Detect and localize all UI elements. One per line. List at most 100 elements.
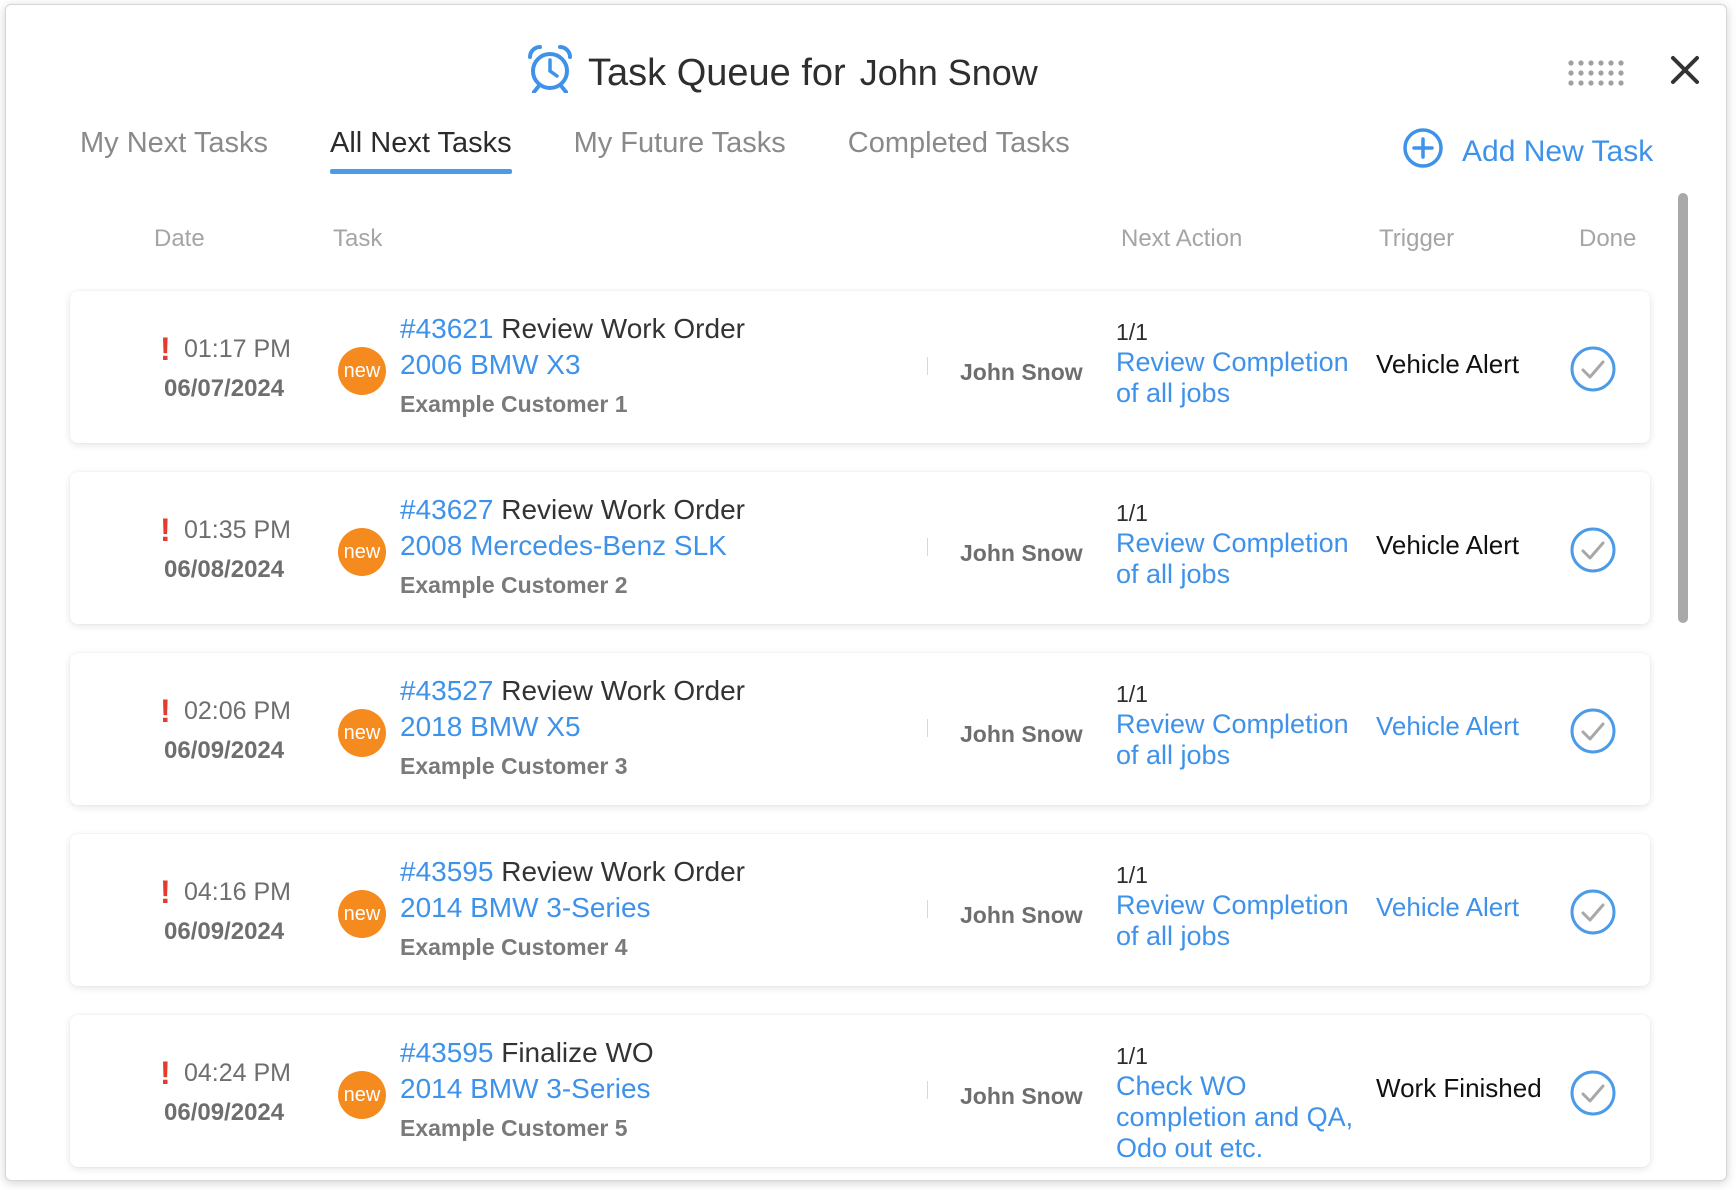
vehicle-link[interactable]: 2018 BMW X5 bbox=[400, 711, 581, 743]
done-check-icon[interactable] bbox=[1569, 345, 1617, 393]
tab-bar: My Next Tasks All Next Tasks My Future T… bbox=[80, 127, 1070, 174]
trigger: Vehicle Alert bbox=[1376, 349, 1520, 379]
customer-name: Example Customer 5 bbox=[400, 1115, 628, 1141]
vehicle-link[interactable]: 2006 BMW X3 bbox=[400, 349, 581, 381]
tab-my-future-tasks[interactable]: My Future Tasks bbox=[574, 127, 786, 174]
close-icon[interactable] bbox=[1666, 51, 1704, 89]
assignee-name: John Snow bbox=[960, 359, 1083, 385]
tab-all-next-tasks[interactable]: All Next Tasks bbox=[330, 127, 512, 174]
task-time: 02:06 PM bbox=[184, 697, 292, 725]
done-check-icon[interactable] bbox=[1569, 888, 1617, 936]
task-time: 01:35 PM bbox=[184, 516, 292, 544]
column-header-done: Done bbox=[1579, 225, 1637, 252]
work-order-link[interactable]: #43627 bbox=[400, 494, 493, 525]
title-user-name: John Snow bbox=[859, 52, 1038, 93]
next-action-link[interactable]: Check WO completion and QA, Odo out etc. bbox=[1116, 1071, 1356, 1164]
dialog-title: Task Queue for John Snow bbox=[526, 45, 1038, 99]
priority-alert-icon: ! bbox=[160, 512, 171, 548]
task-date: 06/07/2024 bbox=[164, 375, 285, 402]
done-check-icon[interactable] bbox=[1569, 707, 1617, 755]
work-order-link[interactable]: #43621 bbox=[400, 313, 493, 344]
assignee-name: John Snow bbox=[960, 1083, 1083, 1109]
next-action-link[interactable]: Review Completion of all jobs bbox=[1116, 890, 1356, 952]
task-date: 06/08/2024 bbox=[164, 556, 285, 583]
new-badge: new bbox=[338, 528, 386, 576]
priority-alert-icon: ! bbox=[160, 693, 171, 729]
column-header-date: Date bbox=[154, 225, 205, 252]
new-badge: new bbox=[338, 347, 386, 395]
add-new-task-button[interactable]: Add New Task bbox=[1402, 127, 1653, 177]
task-title: Review Work Order bbox=[501, 494, 745, 525]
task-title: Finalize WO bbox=[501, 1037, 654, 1068]
column-header-next-action: Next Action bbox=[1121, 225, 1243, 252]
task-title-line: #43627 Review Work Order bbox=[400, 494, 745, 526]
tab-completed-tasks[interactable]: Completed Tasks bbox=[848, 127, 1070, 174]
task-row[interactable]: ! 01:35 PM 06/08/2024 new #43627 Review … bbox=[70, 472, 1650, 624]
column-header-task: Task bbox=[333, 225, 383, 252]
divider bbox=[927, 357, 928, 375]
task-row[interactable]: ! 02:06 PM 06/09/2024 new #43527 Review … bbox=[70, 653, 1650, 805]
task-title-line: #43595 Finalize WO bbox=[400, 1037, 654, 1069]
drag-handle-icon[interactable] bbox=[1566, 57, 1626, 89]
task-title-line: #43621 Review Work Order bbox=[400, 313, 745, 345]
task-title: Review Work Order bbox=[501, 313, 745, 344]
task-title-line: #43595 Review Work Order bbox=[400, 856, 745, 888]
work-order-link[interactable]: #43595 bbox=[400, 856, 493, 887]
task-title: Review Work Order bbox=[501, 856, 745, 887]
next-action-link[interactable]: Review Completion of all jobs bbox=[1116, 709, 1356, 771]
trigger: Vehicle Alert bbox=[1376, 530, 1520, 560]
trigger-link[interactable]: Vehicle Alert bbox=[1376, 711, 1519, 742]
task-time: 01:17 PM bbox=[184, 335, 292, 363]
task-time: 04:24 PM bbox=[184, 1059, 292, 1087]
new-badge: new bbox=[338, 1071, 386, 1119]
tab-my-next-tasks[interactable]: My Next Tasks bbox=[80, 127, 268, 174]
task-title-line: #43527 Review Work Order bbox=[400, 675, 745, 707]
assignee-name: John Snow bbox=[960, 540, 1083, 566]
task-list: ! 01:17 PM 06/07/2024 new #43621 Review … bbox=[70, 291, 1650, 1180]
priority-alert-icon: ! bbox=[160, 331, 171, 367]
new-badge: new bbox=[338, 890, 386, 938]
action-count: 1/1 bbox=[1116, 862, 1148, 888]
task-row[interactable]: ! 04:24 PM 06/09/2024 new #43595 Finaliz… bbox=[70, 1015, 1650, 1167]
done-check-icon[interactable] bbox=[1569, 526, 1617, 574]
task-title: Review Work Order bbox=[501, 675, 745, 706]
new-badge: new bbox=[338, 709, 386, 757]
action-count: 1/1 bbox=[1116, 1043, 1148, 1069]
divider bbox=[927, 1081, 928, 1099]
scrollbar[interactable] bbox=[1678, 193, 1688, 623]
done-check-icon[interactable] bbox=[1569, 1069, 1617, 1117]
task-queue-dialog: Task Queue for John Snow My Next Tasks A… bbox=[5, 4, 1727, 1181]
customer-name: Example Customer 4 bbox=[400, 934, 628, 960]
plus-circle-icon bbox=[1402, 127, 1444, 177]
trigger-link[interactable]: Vehicle Alert bbox=[1376, 892, 1519, 923]
title-prefix: Task Queue for bbox=[588, 51, 846, 94]
add-new-task-label: Add New Task bbox=[1462, 135, 1654, 168]
task-date: 06/09/2024 bbox=[164, 737, 285, 764]
assignee-name: John Snow bbox=[960, 902, 1083, 928]
task-row[interactable]: ! 04:16 PM 06/09/2024 new #43595 Review … bbox=[70, 834, 1650, 986]
action-count: 1/1 bbox=[1116, 319, 1148, 345]
customer-name: Example Customer 2 bbox=[400, 572, 628, 598]
priority-alert-icon: ! bbox=[160, 874, 171, 910]
customer-name: Example Customer 3 bbox=[400, 753, 628, 779]
action-count: 1/1 bbox=[1116, 500, 1148, 526]
next-action-link[interactable]: Review Completion of all jobs bbox=[1116, 347, 1356, 409]
vehicle-link[interactable]: 2014 BMW 3-Series bbox=[400, 1073, 651, 1105]
action-count: 1/1 bbox=[1116, 681, 1148, 707]
task-date: 06/09/2024 bbox=[164, 1099, 285, 1126]
divider bbox=[927, 719, 928, 737]
task-time: 04:16 PM bbox=[184, 878, 292, 906]
work-order-link[interactable]: #43527 bbox=[400, 675, 493, 706]
column-header-trigger: Trigger bbox=[1379, 225, 1455, 252]
trigger: Work Finished bbox=[1376, 1073, 1542, 1103]
vehicle-link[interactable]: 2008 Mercedes-Benz SLK bbox=[400, 530, 727, 562]
next-action-link[interactable]: Review Completion of all jobs bbox=[1116, 528, 1356, 590]
work-order-link[interactable]: #43595 bbox=[400, 1037, 493, 1068]
vehicle-link[interactable]: 2014 BMW 3-Series bbox=[400, 892, 651, 924]
task-row[interactable]: ! 01:17 PM 06/07/2024 new #43621 Review … bbox=[70, 291, 1650, 443]
divider bbox=[927, 900, 928, 918]
assignee-name: John Snow bbox=[960, 721, 1083, 747]
divider bbox=[927, 538, 928, 556]
alarm-clock-icon bbox=[526, 43, 574, 103]
priority-alert-icon: ! bbox=[160, 1055, 171, 1091]
